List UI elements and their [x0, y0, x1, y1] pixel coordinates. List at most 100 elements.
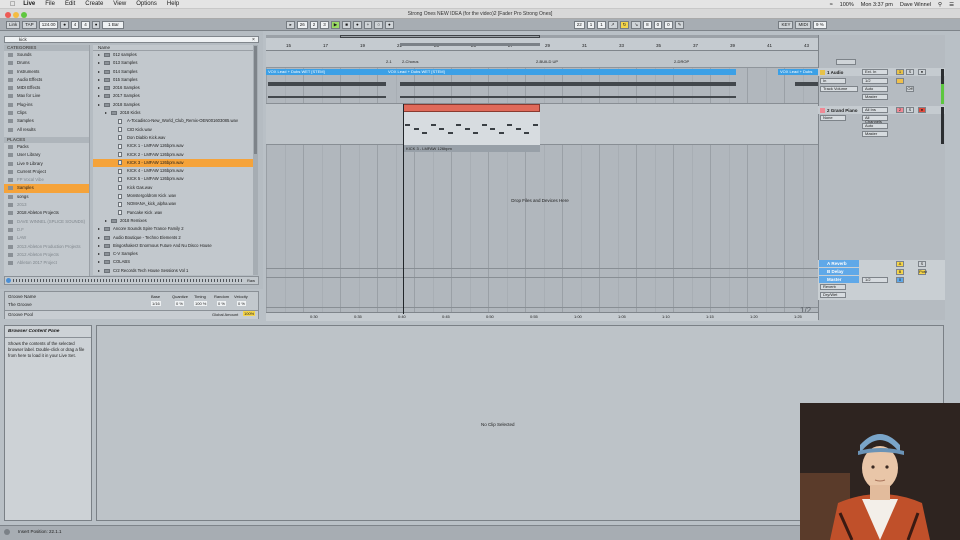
- disclosure-arrow-icon[interactable]: ▸: [98, 59, 100, 67]
- category-item[interactable]: All results: [4, 126, 89, 134]
- clear-search-icon[interactable]: ×: [252, 37, 255, 43]
- beat-ruler[interactable]: 151719212325272931333537394143: [266, 38, 818, 51]
- folder-row[interactable]: ▸ Bingoshakerz Enormous Future And Nu Dis…: [93, 242, 253, 250]
- midi-note[interactable]: [498, 132, 504, 134]
- groove-velocity-value[interactable]: 0 %: [237, 301, 246, 306]
- sig-den-field[interactable]: 4: [81, 20, 90, 29]
- midi-note[interactable]: [473, 132, 478, 134]
- track-1-vol[interactable]: [896, 78, 904, 84]
- menu-help[interactable]: Help: [167, 1, 179, 7]
- automation-arm-icon[interactable]: ○: [374, 20, 384, 29]
- place-item[interactable]: Packs: [4, 143, 89, 151]
- loop-length-beat-field[interactable]: 0: [653, 20, 663, 29]
- folder-row[interactable]: ▸ C-V Samples: [93, 250, 253, 258]
- track-2-solo[interactable]: S: [906, 107, 914, 113]
- folder-row[interactable]: ▸ 012 samples: [93, 51, 253, 59]
- midi-note[interactable]: [430, 124, 436, 126]
- file-row[interactable]: KICK 2 - LMFAW 126bpm.wav: [93, 151, 253, 159]
- file-row[interactable]: KICK 3 - LMFAW 126bpm.wav: [93, 158, 253, 168]
- folder-row[interactable]: ▸ 2018 Samples: [93, 101, 253, 109]
- track-1-solo[interactable]: S: [906, 69, 914, 75]
- midi-note[interactable]: [524, 132, 529, 134]
- midi-note[interactable]: [507, 124, 512, 126]
- file-row[interactable]: Monstergoldrom Kick .wav: [93, 192, 253, 200]
- folder-row[interactable]: ▸ Ancore Sounds Spire Trance Family 2: [93, 225, 253, 233]
- groove-base-value[interactable]: 1/16: [151, 301, 161, 306]
- locator-lane[interactable]: 2-1 2-Chorus 2-BUILD UP 2-DROP: [266, 51, 818, 68]
- file-row[interactable]: NOMANA_kick_alpha.wav: [93, 200, 253, 208]
- track-2-activator[interactable]: 2: [896, 107, 904, 113]
- preview-strip[interactable]: Raw: [4, 276, 259, 285]
- place-item[interactable]: 2013: [4, 201, 89, 209]
- disclosure-arrow-icon[interactable]: ▸: [98, 225, 100, 233]
- loop-switch-button[interactable]: ↻: [619, 20, 630, 29]
- disclosure-arrow-icon[interactable]: ▸: [98, 234, 100, 242]
- menu-view[interactable]: View: [113, 1, 126, 7]
- place-item[interactable]: LAW: [4, 234, 89, 242]
- file-row[interactable]: Kick Gas.wav: [93, 184, 253, 192]
- place-item[interactable]: Ableton 2017 Project: [4, 259, 89, 267]
- track-2-channels[interactable]: All Channels: [862, 115, 888, 124]
- audio-clip-2[interactable]: VOX Lead + Dubs WET [STEM]: [386, 69, 736, 75]
- track-1-auto-in[interactable]: Auto: [862, 86, 888, 92]
- menu-live[interactable]: Live: [23, 1, 35, 7]
- master-drywet-select[interactable]: Dry/Wet: [820, 292, 846, 298]
- track-1-arm-icon[interactable]: ●: [918, 69, 926, 75]
- preview-play-icon[interactable]: [6, 278, 11, 283]
- menu-list-icon[interactable]: ☰: [949, 2, 954, 8]
- category-item[interactable]: Plug-ins: [4, 101, 89, 109]
- search-icon[interactable]: ⚲: [938, 2, 942, 8]
- midi-map-button[interactable]: MIDI: [795, 20, 811, 29]
- place-item[interactable]: 2013 Ableton Production Projects: [4, 243, 89, 251]
- locator-marker[interactable]: 2-DROP: [674, 59, 689, 64]
- track-1-output[interactable]: Master: [862, 94, 888, 100]
- raw-button[interactable]: Raw: [247, 278, 255, 283]
- master-activator[interactable]: 0: [896, 277, 904, 283]
- track-lane-2-grand-piano[interactable]: [266, 104, 818, 145]
- midi-note[interactable]: [515, 128, 521, 130]
- track-1-input[interactable]: Ext. In: [862, 69, 888, 75]
- disclosure-arrow-icon[interactable]: ▸: [98, 92, 100, 100]
- master-reverb-select[interactable]: Reverb: [820, 284, 846, 290]
- place-item[interactable]: 2018 Ableton Projects: [4, 209, 89, 217]
- track-2-master[interactable]: Master: [862, 131, 888, 137]
- midi-clip-header[interactable]: [403, 104, 540, 112]
- rec-indicator-icon[interactable]: ●: [91, 20, 101, 29]
- place-item[interactable]: FP Vocal Vibe: [4, 176, 89, 184]
- file-row[interactable]: KICK 1 - LMFAW 126bpm.wav: [93, 142, 253, 150]
- track-1-sub[interactable]: 1/2: [862, 78, 888, 84]
- midi-clip-label[interactable]: KICK 3 - LMFAW 126bpm: [403, 145, 540, 152]
- groove-timing-value[interactable]: 100 %: [194, 301, 208, 306]
- disclosure-arrow-icon[interactable]: ▸: [98, 101, 100, 109]
- audio-clip-1[interactable]: VOX Lead + Dubs WET [STEM]: [266, 69, 386, 75]
- return-lane-b[interactable]: [266, 269, 818, 278]
- apple-icon[interactable]: : [10, 1, 15, 8]
- track-2-fold-icon[interactable]: [820, 108, 825, 113]
- file-row[interactable]: CID Kick.wav: [93, 126, 253, 134]
- menu-edit[interactable]: Edit: [65, 1, 75, 7]
- place-item[interactable]: Live 9 Library: [4, 160, 89, 168]
- tempo-field[interactable]: 124.00: [38, 20, 59, 29]
- place-item[interactable]: songs: [4, 193, 89, 201]
- overdub-icon[interactable]: +: [363, 20, 373, 29]
- folder-row[interactable]: ▸ 2018 Kicks: [93, 109, 253, 117]
- sig-num-field[interactable]: 4: [70, 20, 80, 29]
- quantize-menu[interactable]: 1 Bar: [102, 20, 125, 29]
- track-1-fold-icon[interactable]: [820, 70, 825, 75]
- track-1-monitor[interactable]: In: [820, 78, 846, 84]
- follow-icon[interactable]: ▸: [286, 20, 295, 29]
- io-toggle[interactable]: [836, 59, 856, 65]
- folder-row[interactable]: ▸ 013 Samples: [93, 59, 253, 67]
- folder-row[interactable]: ▸ 014 Samples: [93, 68, 253, 76]
- menu-file[interactable]: File: [45, 1, 55, 7]
- loop-start-sixteenth-field[interactable]: 1: [597, 20, 606, 29]
- punch-out-icon[interactable]: ↘: [631, 20, 642, 29]
- folder-row[interactable]: ▸ 2016 Samples: [93, 84, 253, 92]
- folder-row[interactable]: ▸ Audio Boutique - Techno Elements 2: [93, 234, 253, 242]
- place-item[interactable]: Samples: [4, 184, 89, 193]
- track-2-name[interactable]: 2 Grand Piano: [819, 107, 859, 114]
- browser-scroll-thumb[interactable]: [254, 46, 257, 154]
- loop-brace[interactable]: [400, 43, 540, 46]
- key-map-button[interactable]: KEY: [778, 20, 794, 29]
- category-item[interactable]: Clips: [4, 109, 89, 117]
